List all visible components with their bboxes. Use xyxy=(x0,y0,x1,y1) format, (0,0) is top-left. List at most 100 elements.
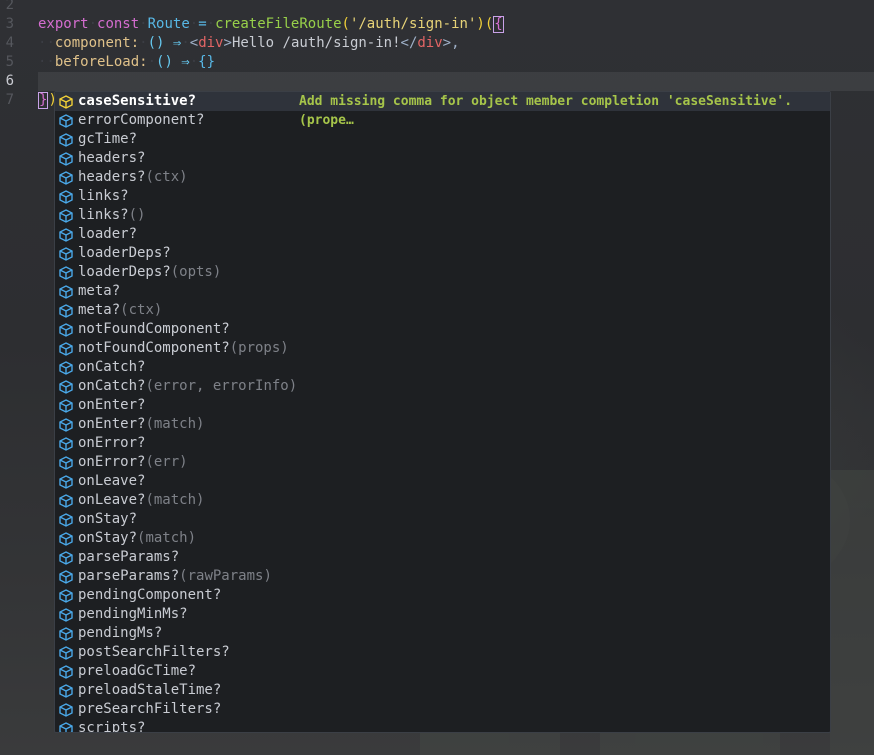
completion-item[interactable]: links?() xyxy=(55,206,830,225)
completion-item[interactable]: preloadGcTime? xyxy=(55,662,830,681)
property-cube-icon xyxy=(58,702,74,718)
line-number-current: 6 xyxy=(5,73,14,89)
completion-label: loaderDeps? xyxy=(78,245,171,261)
completion-item[interactable]: onError? xyxy=(55,434,830,453)
completion-label: onError? xyxy=(78,454,146,470)
completion-item[interactable]: parseParams?(rawParams) xyxy=(55,567,830,586)
paren-close: ) xyxy=(476,16,485,32)
completion-item[interactable]: onEnter? xyxy=(55,396,830,415)
completion-item[interactable]: pendingComponent? xyxy=(55,586,830,605)
property-cube-icon xyxy=(58,170,74,186)
completion-label: preloadStaleTime? xyxy=(78,682,222,698)
code-line-3[interactable]: export·const·Route·=·createFileRoute('/a… xyxy=(38,15,504,34)
completion-item[interactable]: onError?(err) xyxy=(55,453,830,472)
completion-item[interactable]: scripts? xyxy=(55,719,830,733)
completion-signature: (ctx) xyxy=(145,169,188,185)
completion-item[interactable]: gcTime? xyxy=(55,130,830,149)
property-cube-icon xyxy=(58,246,74,262)
jsx-gt: > xyxy=(223,35,232,51)
completion-item[interactable]: loaderDeps? xyxy=(55,244,830,263)
completion-item[interactable]: parseParams? xyxy=(55,548,830,567)
completion-item[interactable]: onCatch?(error, errorInfo) xyxy=(55,377,830,396)
completion-item[interactable]: onStay? xyxy=(55,510,830,529)
completion-item[interactable]: meta?(ctx) xyxy=(55,301,830,320)
completion-label: gcTime? xyxy=(78,131,138,147)
completion-label: headers? xyxy=(78,150,146,166)
line-number: 5 xyxy=(5,54,14,70)
property-cube-icon xyxy=(58,151,74,167)
property-cube-icon xyxy=(58,398,74,414)
completion-label: parseParams? xyxy=(78,549,180,565)
property-component: component: xyxy=(54,35,140,51)
completion-label: loader? xyxy=(78,226,138,242)
property-cube-icon xyxy=(58,607,74,623)
completion-item[interactable]: notFoundComponent? xyxy=(55,320,830,339)
string-literal: '/auth/sign-in' xyxy=(349,16,477,32)
completion-item[interactable]: onEnter?(match) xyxy=(55,415,830,434)
property-cube-icon xyxy=(58,360,74,376)
property-cube-icon xyxy=(58,132,74,148)
brace-open-matched: { xyxy=(493,16,504,33)
completion-item[interactable]: postSearchFilters? xyxy=(55,643,830,662)
property-cube-icon xyxy=(58,379,74,395)
jsx-close-tag: div xyxy=(417,35,443,51)
completion-item[interactable]: onLeave?(match) xyxy=(55,491,830,510)
completion-item[interactable]: headers? xyxy=(55,149,830,168)
completion-label: scripts? xyxy=(78,720,146,733)
completion-item[interactable]: preSearchFilters? xyxy=(55,700,830,719)
completion-item[interactable]: pendingMs? xyxy=(55,624,830,643)
completion-item[interactable]: onCatch? xyxy=(55,358,830,377)
completion-item[interactable]: meta? xyxy=(55,282,830,301)
code-line-4[interactable]: ··component:·() ⇒·<div>Hello /auth/sign-… xyxy=(38,34,460,53)
property-cube-icon xyxy=(58,265,74,281)
completion-item[interactable]: errorComponent? xyxy=(55,111,830,130)
completion-label: errorComponent? xyxy=(78,112,205,128)
completion-label: onEnter? xyxy=(78,397,146,413)
completion-doc: Add missing comma for object member comp… xyxy=(299,94,793,128)
jsx-text: Hello /auth/sign-in! xyxy=(231,35,401,51)
property-cube-icon xyxy=(58,474,74,490)
property-cube-icon xyxy=(58,664,74,680)
completion-label: caseSensitive? xyxy=(78,93,197,109)
indent-dot: · xyxy=(46,35,55,51)
completion-item[interactable]: onLeave? xyxy=(55,472,830,491)
completion-signature: (opts) xyxy=(170,264,222,280)
line-number: 2 xyxy=(5,0,14,13)
keyword-const: const xyxy=(97,16,140,32)
property-cube-icon xyxy=(58,531,74,547)
jsx-close-gt: >, xyxy=(442,35,460,51)
completion-label: preSearchFilters? xyxy=(78,701,222,717)
property-cube-icon xyxy=(58,455,74,471)
completion-item[interactable]: headers?(ctx) xyxy=(55,168,830,187)
completion-label: preloadGcTime? xyxy=(78,663,197,679)
completion-item[interactable]: loader? xyxy=(55,225,830,244)
jsx-close-lt: </ xyxy=(400,35,418,51)
completion-signature: (props) xyxy=(229,340,289,356)
completion-item[interactable]: loaderDeps?(opts) xyxy=(55,263,830,282)
line-number: 7 xyxy=(5,92,14,108)
arrow-function: () ⇒ xyxy=(156,54,190,70)
completion-label: onEnter? xyxy=(78,416,146,432)
completion-label: onStay? xyxy=(78,530,138,546)
completion-label: meta? xyxy=(78,302,121,318)
property-cube-icon xyxy=(58,493,74,509)
completion-signature: (match) xyxy=(145,492,205,508)
completion-item[interactable]: pendingMinMs? xyxy=(55,605,830,624)
completion-label: onStay? xyxy=(78,511,138,527)
completion-item[interactable]: links? xyxy=(55,187,830,206)
completion-item[interactable]: preloadStaleTime? xyxy=(55,681,830,700)
operator-equals: = xyxy=(198,16,207,32)
property-cube-icon xyxy=(58,645,74,661)
completion-popup[interactable]: caseSensitive? errorComponent? gcTime? head… xyxy=(54,91,831,733)
jsx-tag: div xyxy=(198,35,224,51)
completion-item[interactable]: notFoundComponent?(props) xyxy=(55,339,830,358)
completion-label: pendingComponent? xyxy=(78,587,222,603)
code-line-5[interactable]: ··beforeLoad:·() ⇒·{} xyxy=(38,53,215,72)
completion-item[interactable]: onStay?(match) xyxy=(55,529,830,548)
property-cube-icon xyxy=(58,550,74,566)
property-cube-icon xyxy=(58,341,74,357)
arrow-function: () ⇒ xyxy=(147,35,182,51)
completion-signature: (error, errorInfo) xyxy=(145,378,298,394)
completion-label: onLeave? xyxy=(78,492,146,508)
property-cube-icon xyxy=(58,227,74,243)
